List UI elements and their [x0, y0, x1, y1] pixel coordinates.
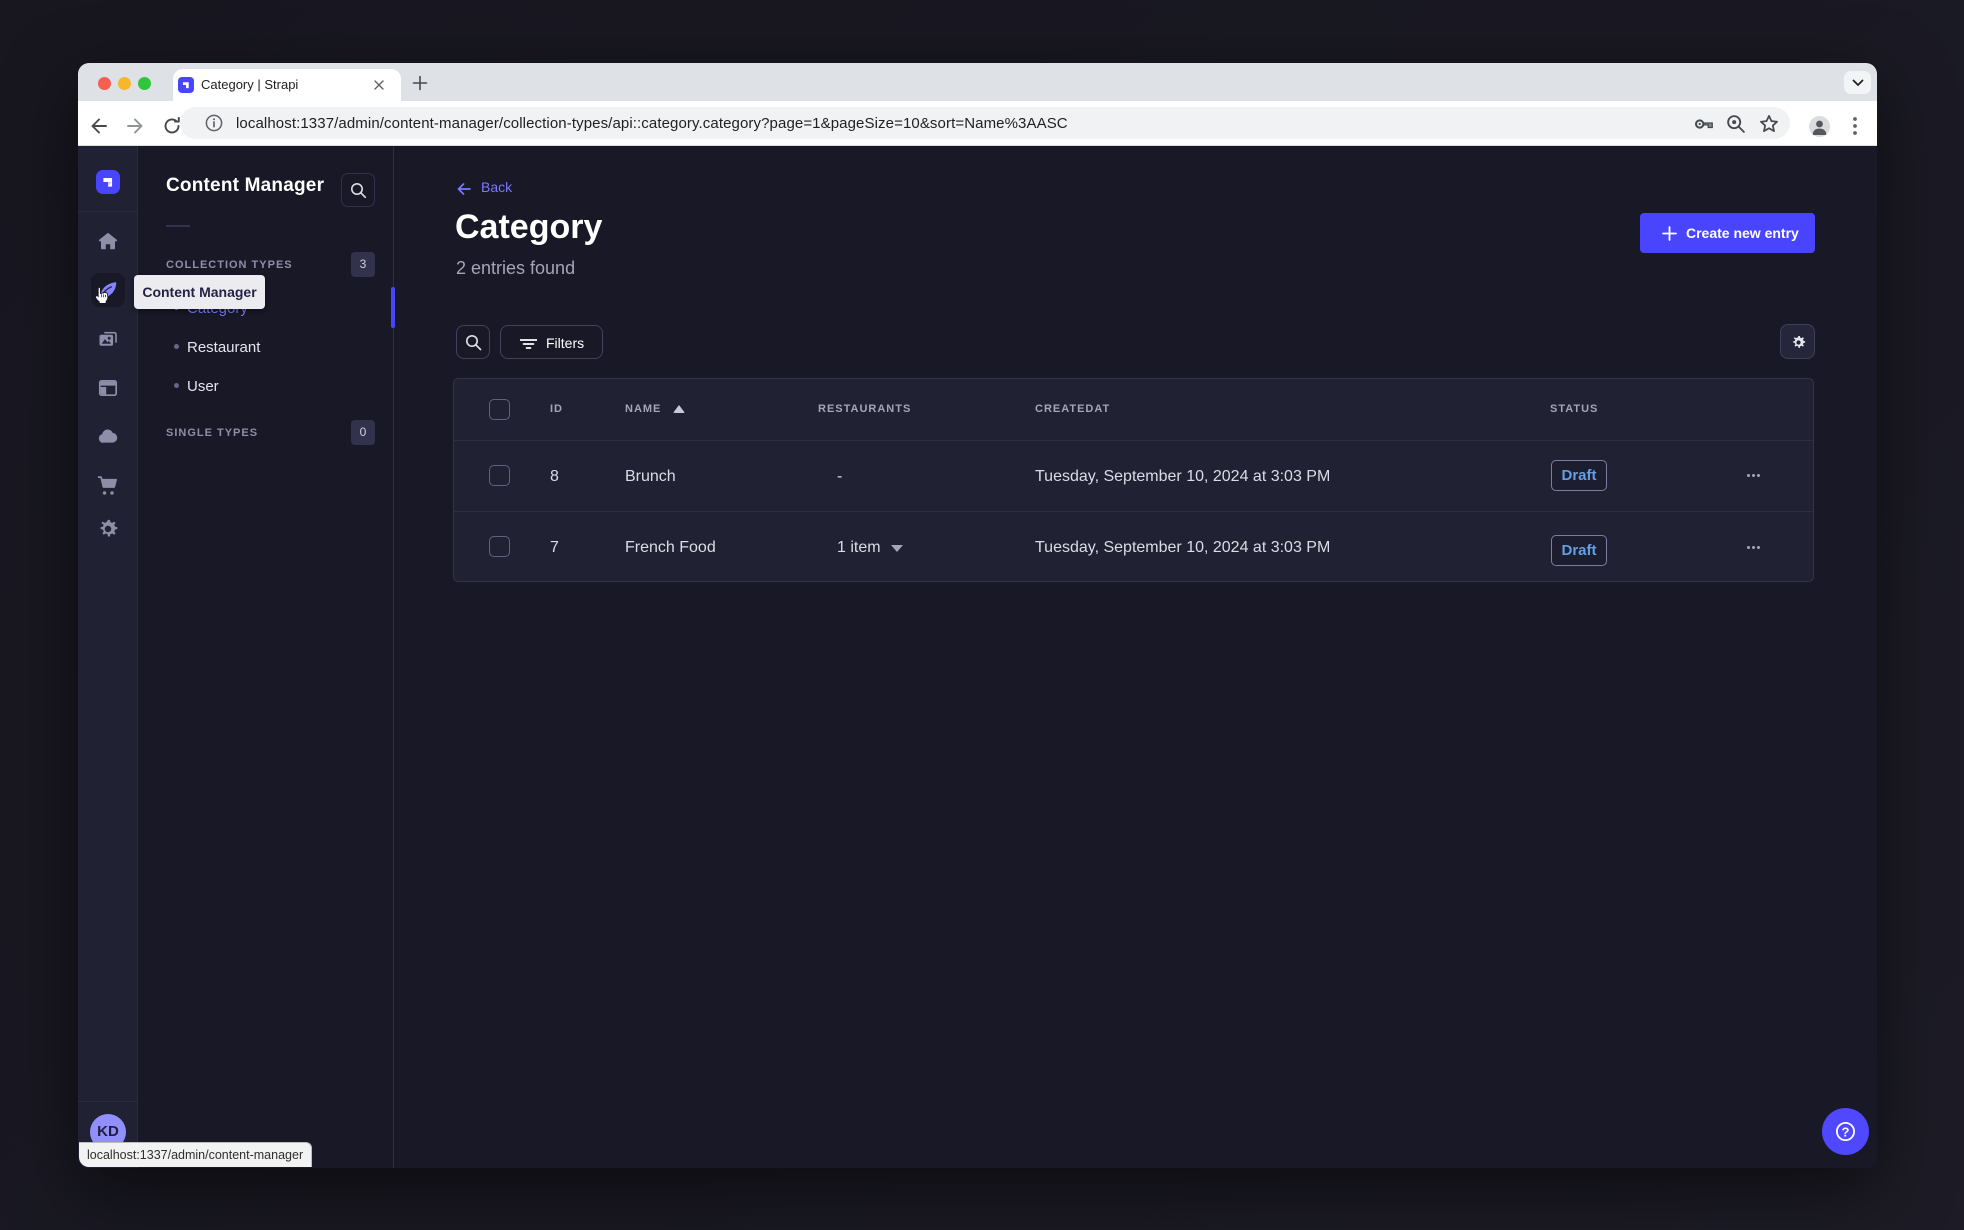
- svg-text:?: ?: [1842, 1125, 1850, 1140]
